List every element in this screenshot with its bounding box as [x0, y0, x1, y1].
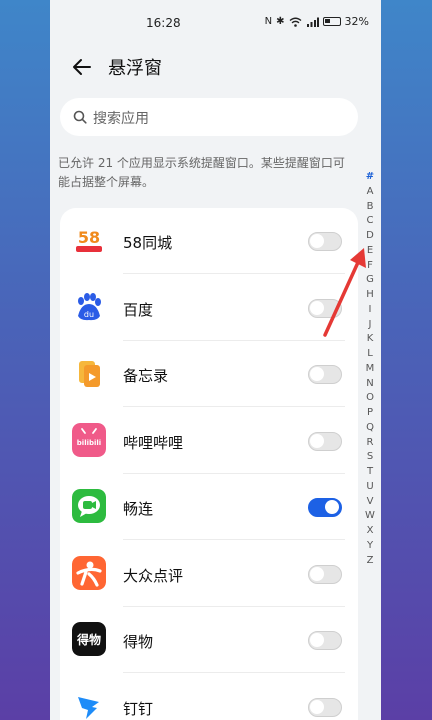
- app-row[interactable]: 备忘录: [60, 341, 358, 407]
- alphabet-letter[interactable]: L: [363, 347, 377, 362]
- dingtalk-icon: [72, 688, 106, 720]
- app-name: 哔哩哔哩: [123, 433, 184, 452]
- toggle-knob: [310, 433, 324, 448]
- annotation-arrow: [323, 248, 366, 337]
- search-input[interactable]: 搜索应用: [93, 108, 149, 128]
- alphabet-letter[interactable]: B: [363, 200, 377, 215]
- toggle-knob: [310, 566, 324, 581]
- floating-window-toggle[interactable]: [308, 498, 342, 517]
- alphabet-letter[interactable]: V: [363, 495, 377, 510]
- battery-percent: 32%: [344, 15, 369, 28]
- back-arrow-icon[interactable]: [70, 55, 94, 79]
- app-row[interactable]: 得物 得物: [60, 607, 358, 673]
- alphabet-letter[interactable]: Y: [363, 539, 377, 554]
- floating-window-toggle[interactable]: [308, 631, 342, 650]
- alphabet-letter[interactable]: O: [363, 391, 377, 406]
- alphabet-letter[interactable]: Z: [363, 554, 377, 569]
- toggle-knob: [310, 633, 324, 647]
- signal-icon: [306, 17, 319, 27]
- app-name: 58同城: [123, 234, 173, 252]
- battery-icon: [322, 17, 341, 26]
- dianping-icon: [72, 555, 106, 590]
- search-bar[interactable]: 搜索应用: [60, 98, 358, 136]
- search-icon: [73, 110, 87, 124]
- alphabet-letter[interactable]: P: [363, 406, 377, 421]
- toggle-knob: [310, 699, 324, 714]
- icon-text-dewu: 得物: [76, 632, 101, 647]
- app-row[interactable]: bilibili 哔哩哔哩: [60, 408, 358, 474]
- alphabet-letter[interactable]: C: [363, 214, 377, 229]
- app-name: 备忘录: [123, 367, 169, 385]
- phone-screen: 16:28 N ✱ 32% 悬浮窗 搜索应用 已允许 21 个应用显示系统提醒窗…: [50, 0, 381, 720]
- permission-description: 已允许 21 个应用显示系统提醒窗口。某些提醒窗口可能占据整个屏幕。: [58, 156, 345, 189]
- alphabet-letter[interactable]: S: [363, 450, 377, 465]
- icon-text-du: du: [84, 310, 94, 319]
- alphabet-letter[interactable]: W: [363, 509, 377, 524]
- alphabet-letter[interactable]: R: [363, 436, 377, 451]
- status-time: 16:28: [146, 16, 181, 30]
- app-row[interactable]: du 百度: [60, 275, 358, 341]
- app-name: 钉钉: [123, 699, 154, 718]
- alphabet-letter[interactable]: N: [363, 377, 377, 392]
- baidu-icon: du: [72, 289, 106, 324]
- toggle-knob: [325, 500, 339, 514]
- floating-window-toggle[interactable]: [308, 365, 342, 384]
- alphabet-letter[interactable]: A: [363, 185, 377, 200]
- alphabet-letter[interactable]: X: [363, 524, 377, 539]
- app-row[interactable]: 大众点评: [60, 541, 358, 607]
- dewu-icon: 得物: [72, 622, 106, 656]
- app-name: 畅连: [123, 500, 154, 518]
- status-bar: 16:28 N ✱ 32%: [50, 0, 381, 44]
- alphabet-letter[interactable]: Q: [363, 421, 377, 436]
- 58-tongcheng-icon: 58: [72, 223, 106, 257]
- app-name: 百度: [123, 300, 154, 319]
- app-row[interactable]: 钉钉: [60, 674, 358, 720]
- app-list: 58 58同城 du 百度备忘录 bilibili 哔哩哔哩畅连大众点评得物 得物钉钉: [60, 208, 358, 720]
- page-title: 悬浮窗: [108, 58, 162, 79]
- bilibili-icon: bilibili: [72, 422, 106, 457]
- floating-window-toggle[interactable]: [308, 697, 342, 717]
- icon-text-bilibili: bilibili: [77, 439, 101, 447]
- app-name: 得物: [123, 633, 154, 651]
- header: 悬浮窗: [50, 44, 381, 90]
- alphabet-letter[interactable]: #: [363, 170, 377, 185]
- memo-icon: [72, 356, 106, 390]
- nfc-icon: N: [264, 16, 273, 27]
- status-icons: N ✱ 32%: [265, 15, 369, 28]
- floating-window-toggle[interactable]: [308, 431, 342, 451]
- changlian-icon: [72, 489, 106, 523]
- app-row[interactable]: 畅连: [60, 474, 358, 540]
- bluetooth-icon: ✱: [276, 16, 285, 27]
- app-row[interactable]: 58 58同城: [60, 208, 358, 274]
- floating-window-toggle[interactable]: [308, 564, 342, 584]
- alphabet-letter[interactable]: T: [363, 465, 377, 480]
- wifi-icon: [289, 17, 301, 27]
- alphabet-letter[interactable]: U: [363, 480, 377, 495]
- icon-text-58: 58: [78, 228, 100, 247]
- app-name: 大众点评: [123, 566, 184, 585]
- toggle-knob: [310, 367, 324, 381]
- alphabet-index[interactable]: # A B C D E F G H I J K L M N O P Q R S T U V W X Y Z: [363, 170, 377, 568]
- alphabet-letter[interactable]: M: [363, 362, 377, 377]
